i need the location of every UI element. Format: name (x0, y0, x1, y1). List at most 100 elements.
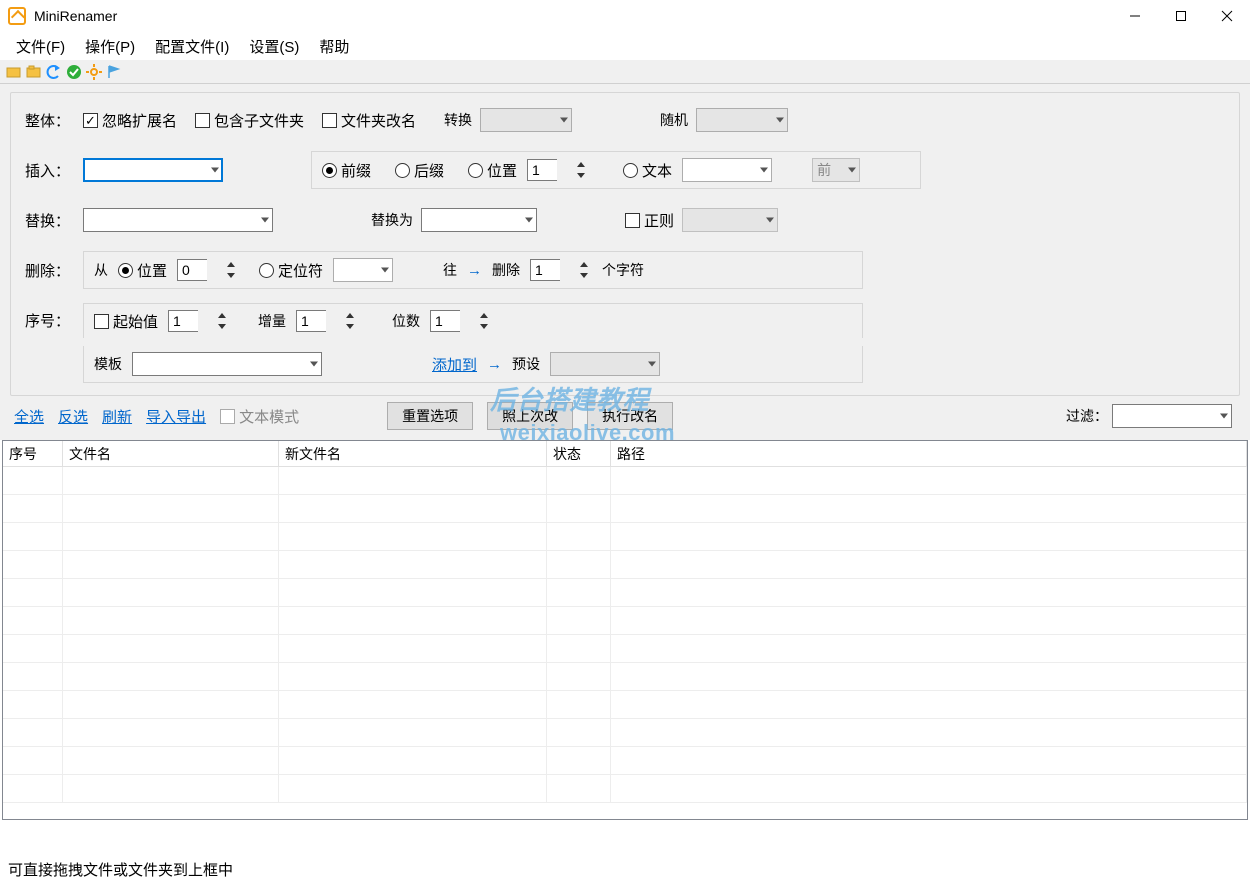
minimize-button[interactable] (1112, 0, 1158, 32)
spin-del-pos[interactable] (223, 259, 239, 281)
table-row[interactable] (3, 719, 1247, 747)
close-button[interactable] (1204, 0, 1250, 32)
combo-random[interactable] (696, 108, 788, 132)
label-preset: 预设 (512, 354, 540, 374)
link-invert[interactable]: 反选 (58, 406, 88, 427)
label-replace-with: 替换为 (371, 210, 413, 230)
menu-file[interactable]: 文件(F) (8, 34, 73, 59)
num-del-count[interactable]: 1 (530, 259, 560, 281)
link-select-all[interactable]: 全选 (14, 406, 44, 427)
chk-include-sub[interactable]: 包含子文件夹 (195, 110, 304, 131)
link-refresh[interactable]: 刷新 (102, 406, 132, 427)
table-row[interactable] (3, 635, 1247, 663)
menu-ops[interactable]: 操作(P) (77, 34, 143, 59)
folder-icon[interactable] (6, 64, 22, 80)
combo-template[interactable] (132, 352, 322, 376)
check-icon[interactable] (66, 64, 82, 80)
spin-insert-pos[interactable] (573, 159, 589, 181)
btn-reset[interactable]: 重置选项 (387, 402, 473, 430)
spin-del-count[interactable] (576, 259, 592, 281)
label-overall: 整体 (25, 110, 75, 131)
radio-prefix[interactable]: 前缀 (322, 160, 371, 181)
arrow-icon-2: → (487, 356, 502, 373)
combo-insert-text[interactable] (682, 158, 772, 182)
link-add-to[interactable]: 添加到 (432, 354, 477, 375)
table-row[interactable] (3, 747, 1247, 775)
table-row[interactable] (3, 523, 1247, 551)
num-start[interactable]: 1 (168, 310, 198, 332)
table-row[interactable] (3, 551, 1247, 579)
maximize-button[interactable] (1158, 0, 1204, 32)
btn-execute[interactable]: 执行改名 (587, 402, 673, 430)
workspace: 整体 忽略扩展名 包含子文件夹 文件夹改名 转换 随机 插入 前缀 后缀 位置 … (0, 84, 1250, 440)
row-seq2: 模板 添加到 → 预设 (25, 346, 1225, 383)
table-row[interactable] (3, 663, 1247, 691)
menu-settings[interactable]: 设置(S) (241, 34, 307, 59)
file-table: 序号 文件名 新文件名 状态 路径 (2, 440, 1248, 820)
combo-replace-to[interactable] (421, 208, 537, 232)
combo-preset[interactable] (550, 352, 660, 376)
label-step: 增量 (258, 311, 286, 331)
num-digits[interactable]: 1 (430, 310, 460, 332)
radio-text[interactable]: 文本 (623, 160, 672, 181)
label-seq: 序号 (25, 310, 75, 331)
combo-convert[interactable] (480, 108, 572, 132)
table-row[interactable] (3, 775, 1247, 803)
app-title: MiniRenamer (34, 8, 117, 24)
label-template: 模板 (94, 354, 122, 374)
chk-ignore-ext[interactable]: 忽略扩展名 (83, 110, 177, 131)
label-insert: 插入 (25, 160, 75, 181)
arrow-right-icon[interactable]: → (467, 262, 482, 279)
num-step[interactable]: 1 (296, 310, 326, 332)
link-import-export[interactable]: 导入导出 (146, 406, 206, 427)
table-row[interactable] (3, 691, 1247, 719)
delete-group: 从 位置 0 定位符 往 → 删除 1 个字符 (83, 251, 863, 289)
combo-front[interactable]: 前 (812, 158, 860, 182)
chk-start[interactable]: 起始值 (94, 311, 158, 332)
undo-icon[interactable] (46, 64, 62, 80)
combo-locator[interactable] (333, 258, 393, 282)
radio-position[interactable]: 位置 (468, 160, 517, 181)
radio-locator[interactable]: 定位符 (259, 260, 323, 281)
spin-digits[interactable] (476, 310, 492, 332)
insert-group: 前缀 后缀 位置 1 文本 前 (311, 151, 921, 189)
menubar: 文件(F) 操作(P) 配置文件(I) 设置(S) 帮助 (0, 32, 1250, 60)
menu-profile[interactable]: 配置文件(I) (147, 34, 237, 59)
th-seq[interactable]: 序号 (3, 441, 63, 466)
flag-icon[interactable] (106, 64, 122, 80)
btn-last[interactable]: 照上次改 (487, 402, 573, 430)
chk-text-mode[interactable]: 文本模式 (220, 406, 299, 427)
spin-step[interactable] (342, 310, 358, 332)
gear-icon[interactable] (86, 64, 102, 80)
combo-replace-from[interactable] (83, 208, 273, 232)
th-status[interactable]: 状态 (547, 441, 611, 466)
label-replace: 替换 (25, 210, 75, 231)
label-convert: 转换 (444, 110, 472, 130)
combo-filter[interactable] (1112, 404, 1232, 428)
statusbar: 可直接拖拽文件或文件夹到上框中 (0, 857, 1250, 881)
options-panel: 整体 忽略扩展名 包含子文件夹 文件夹改名 转换 随机 插入 前缀 后缀 位置 … (10, 92, 1240, 396)
chk-regex[interactable]: 正则 (625, 210, 674, 231)
window-controls (1112, 0, 1250, 32)
num-insert-pos[interactable]: 1 (527, 159, 557, 181)
table-row[interactable] (3, 467, 1247, 495)
label-towards: 往 (443, 260, 457, 280)
th-newname[interactable]: 新文件名 (279, 441, 547, 466)
table-body[interactable] (3, 467, 1247, 803)
radio-del-pos[interactable]: 位置 (118, 260, 167, 281)
spin-start[interactable] (214, 310, 230, 332)
table-row[interactable] (3, 495, 1247, 523)
chk-rename-folder[interactable]: 文件夹改名 (322, 110, 416, 131)
status-hint: 可直接拖拽文件或文件夹到上框中 (8, 862, 233, 879)
num-del-pos[interactable]: 0 (177, 259, 207, 281)
combo-regex[interactable] (682, 208, 778, 232)
combo-insert[interactable] (83, 158, 223, 182)
table-row[interactable] (3, 579, 1247, 607)
table-row[interactable] (3, 607, 1247, 635)
menu-help[interactable]: 帮助 (311, 34, 357, 59)
radio-suffix[interactable]: 后缀 (395, 160, 444, 181)
label-from: 从 (94, 260, 108, 280)
folder2-icon[interactable] (26, 64, 42, 80)
th-path[interactable]: 路径 (611, 441, 1247, 466)
th-filename[interactable]: 文件名 (63, 441, 279, 466)
